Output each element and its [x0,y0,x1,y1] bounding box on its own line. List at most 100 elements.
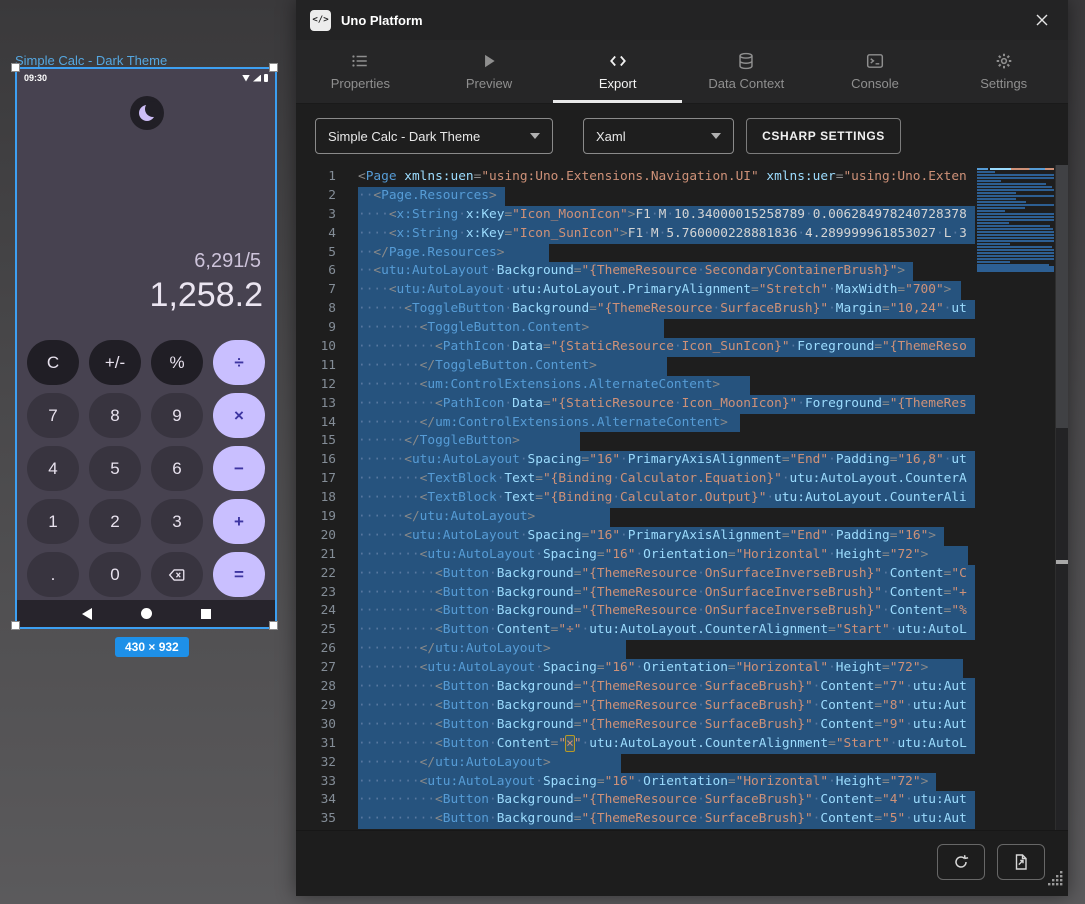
list-icon [351,52,369,70]
line-number: 31 [296,735,336,754]
line-number: 19 [296,508,336,527]
code-line-28: 28··········<Button·Background="{ThemeRe… [296,678,977,697]
code-line-2: 2··<Page.Resources> [296,187,977,206]
minimap-line [977,171,995,173]
export-file-button[interactable] [997,844,1045,880]
code-line-8: 8······<ToggleButton·Background="{ThemeR… [296,300,977,319]
resize-handle-bottom-left[interactable] [11,621,20,630]
minimap-line [977,264,1049,266]
minimap-line [977,266,1054,268]
code-line-35: 35··········<Button·Background="{ThemeRe… [296,810,977,829]
uno-logo-icon: </> [310,10,331,31]
uno-platform-window: </> Uno Platform Properties Preview Export… [296,0,1068,896]
line-number: 22 [296,565,336,584]
code-line-9: 9········<ToggleButton.Content> [296,319,977,338]
tab-label: Properties [331,76,390,91]
selection-outline[interactable] [15,67,277,629]
minimap-line [977,228,1053,230]
chevron-down-icon [530,133,540,139]
line-number: 21 [296,546,336,565]
editor-scrollbar[interactable] [1055,165,1068,830]
minimap-line [977,213,1054,215]
resize-handle-top-right[interactable] [269,63,278,72]
line-number: 11 [296,357,336,376]
minimap-line [977,246,1052,248]
code-line-13: 13··········<PathIcon·Data="{StaticResou… [296,395,977,414]
code-line-31: 31··········<Button·Content="×"·utu:Auto… [296,735,977,754]
minimap-line [977,243,1010,245]
tab-preview[interactable]: Preview [425,40,554,103]
minimap-line [977,216,1054,218]
resize-grip[interactable] [1044,867,1064,892]
line-number: 13 [296,395,336,414]
line-number: 15 [296,432,336,451]
format-dropdown-value: Xaml [596,129,626,144]
code-line-24: 24··········<Button·Background="{ThemeRe… [296,602,977,621]
scrollbar-thumb[interactable] [1056,165,1068,428]
tab-label: Data Context [708,76,784,91]
gear-icon [995,52,1013,70]
minimap-line [977,255,1054,257]
theme-dropdown-value: Simple Calc - Dark Theme [328,129,480,144]
minimap-line [977,192,1016,194]
minimap-line [977,207,1025,209]
line-number: 12 [296,376,336,395]
line-number: 27 [296,659,336,678]
line-number: 3 [296,206,336,225]
line-number: 7 [296,281,336,300]
close-icon[interactable] [1030,8,1054,32]
tab-label: Settings [980,76,1027,91]
minimap-line [977,168,1054,170]
line-number: 23 [296,584,336,603]
export-toolbar: Simple Calc - Dark Theme Xaml CSHARP SET… [296,104,1068,165]
code-line-11: 11········</ToggleButton.Content> [296,357,977,376]
minimap-line [977,219,1054,221]
minimap-line [977,198,1016,200]
minimap-line [977,177,1054,179]
line-number: 16 [296,451,336,470]
minimap-line [977,225,1050,227]
code-editor[interactable]: 1<Page xmlns:uen="using:Uno.Extensions.N… [296,165,1068,830]
line-number: 2 [296,187,336,206]
code-line-20: 20······<utu:AutoLayout·Spacing="16"·Pri… [296,527,977,546]
tab-label: Export [599,76,637,91]
code-line-19: 19······</utu:AutoLayout> [296,508,977,527]
tab-data-context[interactable]: Data Context [682,40,811,103]
theme-dropdown[interactable]: Simple Calc - Dark Theme [315,118,553,154]
code-line-30: 30··········<Button·Background="{ThemeRe… [296,716,977,735]
refresh-icon [952,853,970,871]
code-line-27: 27········<utu:AutoLayout·Spacing="16"·O… [296,659,977,678]
format-dropdown[interactable]: Xaml [583,118,734,154]
window-title-bar: </> Uno Platform [296,0,1068,40]
refresh-button[interactable] [937,844,985,880]
database-icon [737,52,755,70]
line-number: 33 [296,773,336,792]
tab-properties[interactable]: Properties [296,40,425,103]
code-line-34: 34··········<Button·Background="{ThemeRe… [296,791,977,810]
tab-console[interactable]: Console [811,40,940,103]
code-lines: 1<Page xmlns:uen="using:Uno.Extensions.N… [296,168,977,829]
line-number: 14 [296,414,336,433]
code-line-15: 15······</ToggleButton> [296,432,977,451]
code-line-1: 1<Page xmlns:uen="using:Uno.Extensions.N… [296,168,977,187]
minimap-line [977,210,1005,212]
tab-label: Console [851,76,899,91]
line-number: 5 [296,244,336,263]
code-line-17: 17········<TextBlock·Text="{Binding·Calc… [296,470,977,489]
minimap[interactable] [977,168,1054,272]
resize-handle-top-left[interactable] [11,63,20,72]
tab-export[interactable]: Export [553,40,682,103]
terminal-icon [866,52,884,70]
minimap-line [977,237,1054,239]
resize-handle-bottom-right[interactable] [269,621,278,630]
phone-title-label: Simple Calc - Dark Theme [15,53,167,68]
minimap-line [977,234,1054,236]
csharp-settings-button[interactable]: CSHARP SETTINGS [746,118,901,154]
code-line-7: 7····<utu:AutoLayout·utu:AutoLayout.Prim… [296,281,977,300]
minimap-line [977,195,1054,197]
size-badge: 430 × 932 [115,637,189,657]
export-file-icon [1012,853,1030,871]
tab-settings[interactable]: Settings [939,40,1068,103]
line-number: 35 [296,810,336,829]
code-line-33: 33········<utu:AutoLayout·Spacing="16"·O… [296,773,977,792]
